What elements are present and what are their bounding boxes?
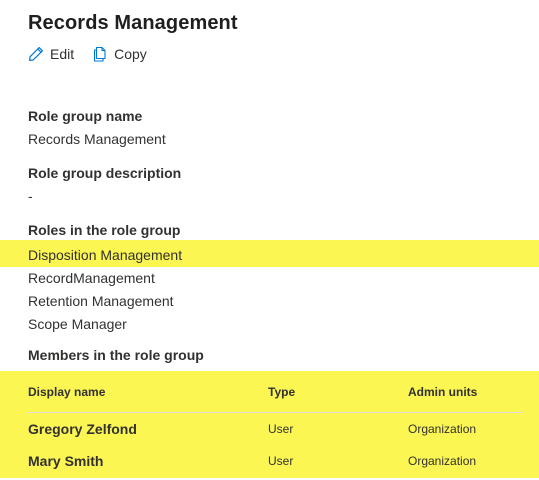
table-row[interactable]: Gregory Zelfond User Organization bbox=[28, 413, 524, 445]
member-admin-units: Organization bbox=[408, 454, 477, 468]
member-display-name: Gregory Zelfond bbox=[28, 421, 137, 437]
edit-button[interactable]: Edit bbox=[28, 46, 74, 62]
roles-label: Roles in the role group bbox=[28, 222, 181, 238]
column-header-type[interactable]: Type bbox=[268, 385, 295, 399]
copy-button[interactable]: Copy bbox=[92, 46, 147, 62]
role-group-name-label: Role group name bbox=[28, 108, 143, 124]
role-group-description-label: Role group description bbox=[28, 165, 182, 181]
roles-list: Disposition Management RecordManagement … bbox=[28, 244, 182, 336]
table-header-row: Display name Type Admin units bbox=[28, 371, 524, 413]
page-title: Records Management bbox=[28, 12, 238, 34]
copy-label: Copy bbox=[114, 46, 147, 62]
member-type: User bbox=[268, 454, 294, 468]
edit-label: Edit bbox=[50, 46, 75, 62]
role-group-name-value: Records Management bbox=[28, 131, 166, 147]
role-group-description-value: - bbox=[28, 188, 33, 204]
column-header-display-name[interactable]: Display name bbox=[28, 385, 105, 399]
table-row[interactable]: Mary Smith User Organization bbox=[28, 445, 524, 477]
role-group-details-panel: Records Management Edit Copy Role group bbox=[0, 0, 539, 480]
role-item: Retention Management bbox=[28, 293, 174, 309]
role-item: Scope Manager bbox=[28, 316, 127, 332]
toolbar: Edit Copy bbox=[28, 46, 147, 62]
member-admin-units: Organization bbox=[408, 422, 477, 436]
copy-icon bbox=[92, 46, 108, 62]
member-display-name: Mary Smith bbox=[28, 453, 104, 469]
members-label: Members in the role group bbox=[28, 347, 204, 363]
pencil-icon bbox=[28, 46, 44, 62]
member-type: User bbox=[268, 422, 294, 436]
role-item: Disposition Management bbox=[28, 247, 183, 263]
column-header-admin-units[interactable]: Admin units bbox=[408, 385, 477, 399]
role-item: RecordManagement bbox=[28, 270, 155, 286]
